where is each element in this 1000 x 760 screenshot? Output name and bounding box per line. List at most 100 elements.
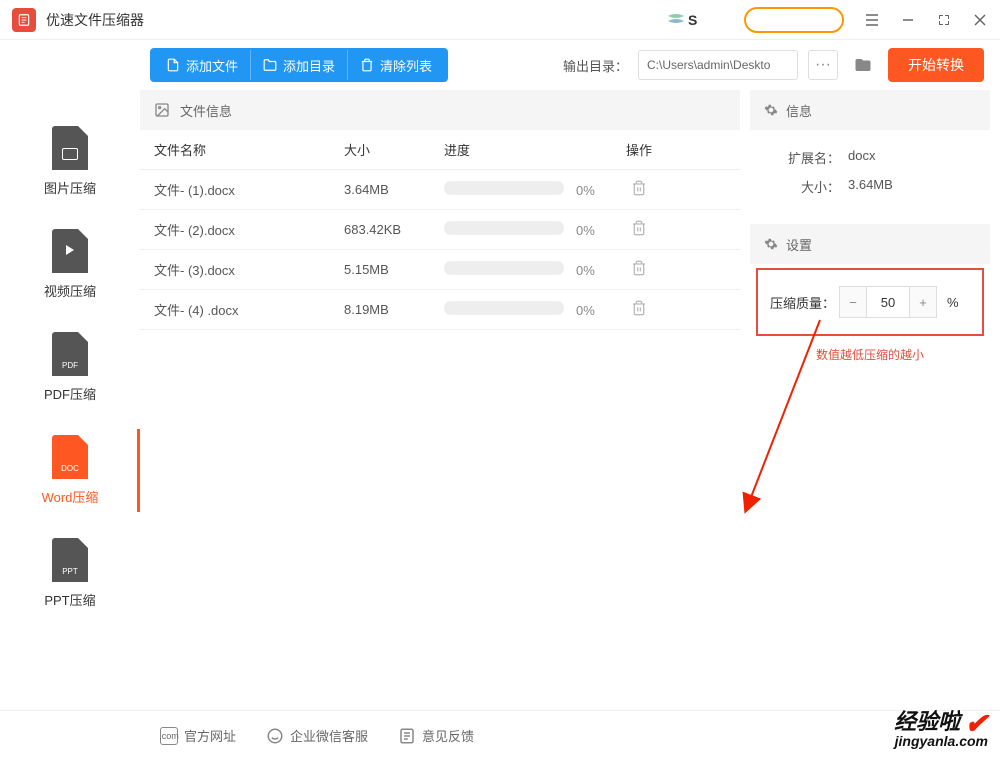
- cell-name: 文件- (3).docx: [154, 260, 344, 279]
- pdf-file-icon: PDF: [52, 332, 88, 376]
- clear-list-button[interactable]: 清除列表: [347, 50, 444, 80]
- settings-box: 压缩质量： − 50 + %: [756, 268, 984, 336]
- watermark: 经验啦 ✔ jingyanla.com: [894, 706, 988, 748]
- footer-wechat[interactable]: 企业微信客服: [266, 726, 368, 745]
- menu-icon[interactable]: [864, 12, 880, 28]
- cell-size: 8.19MB: [344, 302, 444, 317]
- file-list-columns: 文件名称 大小 进度 操作: [140, 130, 740, 170]
- output-more-button[interactable]: ···: [808, 50, 838, 80]
- sidebar-label: PDF压缩: [44, 384, 96, 403]
- size-label: 大小：: [770, 177, 840, 196]
- cell-name: 文件- (2).docx: [154, 220, 344, 239]
- right-panel: 信息 扩展名： docx 大小： 3.64MB 设置 压缩质量：: [750, 90, 990, 710]
- ext-label: 扩展名：: [770, 148, 840, 167]
- file-list: 文件信息 文件名称 大小 进度 操作 文件- (1).docx3.64MB0%文…: [140, 90, 740, 710]
- cell-progress: 0%: [444, 181, 614, 198]
- table-row[interactable]: 文件- (1).docx3.64MB0%: [140, 170, 740, 210]
- footer-feedback[interactable]: 意见反馈: [398, 726, 474, 745]
- sidebar-item-word[interactable]: DOC Word压缩: [0, 419, 140, 522]
- quality-label: 压缩质量：: [770, 293, 835, 312]
- globe-icon: .com: [160, 727, 178, 745]
- info-body: 扩展名： docx 大小： 3.64MB: [750, 130, 990, 224]
- delete-row-button[interactable]: [614, 220, 664, 239]
- gear-icon: [764, 237, 778, 251]
- sidebar-label: PPT压缩: [44, 590, 95, 609]
- delete-row-button[interactable]: [614, 300, 664, 319]
- folder-icon: [263, 58, 277, 72]
- cell-size: 3.64MB: [344, 182, 444, 197]
- stepper-minus[interactable]: −: [840, 287, 866, 317]
- start-button[interactable]: 开始转换: [888, 48, 984, 82]
- sidebar-item-ppt[interactable]: PPT PPT压缩: [0, 522, 140, 625]
- delete-row-button[interactable]: [614, 180, 664, 199]
- sidebar-item-pdf[interactable]: PDF PDF压缩: [0, 316, 140, 419]
- output-label: 输出目录：: [563, 56, 628, 75]
- toolbar: 添加文件 添加目录 清除列表 输出目录： C:\Users\admin\Desk…: [0, 40, 1000, 90]
- main: 图片压缩 视频压缩 PDF PDF压缩 DOC Word压缩 PPT PPT压缩…: [0, 90, 1000, 710]
- stepper-plus[interactable]: +: [910, 287, 936, 317]
- add-file-label: 添加文件: [186, 56, 238, 75]
- ppt-file-icon: PPT: [52, 538, 88, 582]
- image-file-icon: [52, 126, 88, 170]
- titlebar: 优速文件压缩器 S: [0, 0, 1000, 40]
- app-logo-icon: [12, 8, 36, 32]
- s-badge: S: [664, 10, 704, 30]
- footer-website[interactable]: .com 官方网址: [160, 726, 236, 745]
- cell-size: 5.15MB: [344, 262, 444, 277]
- headset-icon: [266, 727, 284, 745]
- trash-icon: [360, 58, 374, 72]
- col-action: 操作: [614, 140, 664, 159]
- cell-name: 文件- (1).docx: [154, 180, 344, 199]
- picture-icon: [154, 102, 170, 118]
- doc-file-icon: DOC: [52, 435, 88, 479]
- cell-progress: 0%: [444, 221, 614, 238]
- cell-progress: 0%: [444, 301, 614, 318]
- cell-progress: 0%: [444, 261, 614, 278]
- toolbar-group: 添加文件 添加目录 清除列表: [150, 48, 448, 82]
- percent-label: %: [947, 295, 959, 310]
- add-file-button[interactable]: 添加文件: [154, 50, 250, 80]
- file-icon: [166, 58, 180, 72]
- sidebar: 图片压缩 视频压缩 PDF PDF压缩 DOC Word压缩 PPT PPT压缩: [0, 90, 140, 710]
- ext-value: docx: [848, 148, 875, 167]
- footer: .com 官方网址 企业微信客服 意见反馈: [0, 710, 1000, 760]
- gear-icon: [764, 103, 778, 117]
- add-dir-button[interactable]: 添加目录: [250, 50, 347, 80]
- size-value: 3.64MB: [848, 177, 893, 196]
- titlebar-pill[interactable]: [744, 7, 844, 33]
- table-row[interactable]: 文件- (2).docx683.42KB0%: [140, 210, 740, 250]
- output-folder-button[interactable]: [848, 50, 878, 80]
- quality-row: 压缩质量： − 50 + %: [770, 286, 970, 318]
- cell-size: 683.42KB: [344, 222, 444, 237]
- maximize-icon[interactable]: [936, 12, 952, 28]
- col-name: 文件名称: [154, 140, 344, 159]
- col-progress: 进度: [444, 140, 614, 159]
- quality-note: 数值越低压缩的越小: [750, 346, 990, 363]
- col-size: 大小: [344, 140, 444, 159]
- table-row[interactable]: 文件- (4) .docx8.19MB0%: [140, 290, 740, 330]
- quality-stepper: − 50 +: [839, 286, 937, 318]
- close-icon[interactable]: [972, 12, 988, 28]
- minimize-icon[interactable]: [900, 12, 916, 28]
- svg-text:S: S: [688, 12, 697, 28]
- video-file-icon: [52, 229, 88, 273]
- quality-value[interactable]: 50: [866, 287, 910, 317]
- table-row[interactable]: 文件- (3).docx5.15MB0%: [140, 250, 740, 290]
- app-title: 优速文件压缩器: [46, 10, 144, 30]
- output-path-field[interactable]: C:\Users\admin\Deskto: [638, 50, 798, 80]
- sidebar-label: Word压缩: [42, 487, 99, 506]
- settings-title: 设置: [786, 235, 812, 254]
- settings-header: 设置: [750, 224, 990, 264]
- feedback-icon: [398, 727, 416, 745]
- sidebar-label: 视频压缩: [44, 281, 96, 300]
- content: 文件信息 文件名称 大小 进度 操作 文件- (1).docx3.64MB0%文…: [140, 90, 1000, 710]
- file-list-title: 文件信息: [180, 101, 232, 120]
- sidebar-label: 图片压缩: [44, 178, 96, 197]
- clear-list-label: 清除列表: [380, 56, 432, 75]
- sidebar-item-video[interactable]: 视频压缩: [0, 213, 140, 316]
- cell-name: 文件- (4) .docx: [154, 300, 344, 319]
- sidebar-item-image[interactable]: 图片压缩: [0, 110, 140, 213]
- add-dir-label: 添加目录: [283, 56, 335, 75]
- delete-row-button[interactable]: [614, 260, 664, 279]
- file-list-header: 文件信息: [140, 90, 740, 130]
